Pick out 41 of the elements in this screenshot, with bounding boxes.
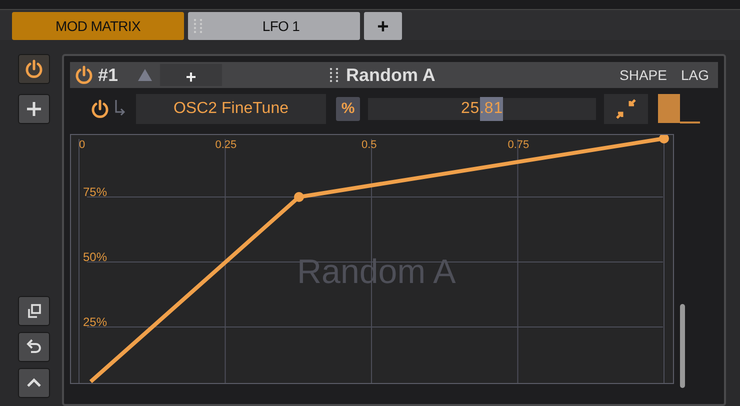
value-field[interactable]: 25.81 — [368, 98, 596, 120]
copy-icon — [26, 303, 42, 319]
up-button[interactable] — [18, 368, 50, 398]
add-button[interactable]: + — [160, 64, 222, 86]
power-icon — [24, 59, 44, 79]
curve-point[interactable] — [659, 135, 669, 144]
target-field[interactable]: OSC2 FineTune — [136, 94, 326, 124]
tab[interactable]: MOD MATRIX — [12, 12, 184, 40]
undo-icon — [26, 339, 42, 355]
step-shape-icon — [658, 94, 700, 124]
power-button[interactable] — [74, 65, 94, 85]
y-axis-label: 50% — [83, 249, 108, 266]
action-button[interactable]: SHAPE — [614, 64, 672, 86]
triangle-up-icon — [138, 69, 152, 81]
x-axis-label: 0 — [79, 138, 86, 153]
add-tab-button[interactable]: + — [364, 12, 402, 40]
y-axis-label: 25% — [83, 314, 108, 331]
tab[interactable]: LFO 1 — [188, 12, 360, 40]
power-button[interactable] — [90, 99, 110, 119]
power-icon — [74, 65, 94, 85]
power-button[interactable] — [18, 54, 50, 84]
x-axis-label: 0.75 — [508, 138, 530, 153]
plus-icon — [26, 101, 42, 117]
collapse-arrows-icon — [615, 99, 637, 119]
undo-button[interactable] — [18, 332, 50, 362]
power-icon — [90, 99, 110, 119]
grip-icon — [330, 68, 338, 82]
copy-button[interactable] — [18, 296, 50, 326]
branch-arrow-icon — [114, 100, 126, 118]
x-axis-label: 0.5 — [362, 138, 377, 153]
y-axis-label: 75% — [83, 184, 108, 201]
curve-point[interactable] — [294, 192, 304, 202]
scrollbar-thumb[interactable] — [680, 304, 685, 388]
action-button[interactable]: LAG — [676, 64, 714, 86]
grip-icon — [194, 19, 202, 33]
collapse-button[interactable] — [604, 94, 648, 124]
slot-number: #1 — [98, 64, 118, 86]
source-title: Random A — [346, 64, 436, 86]
x-axis-label: 0.25 — [215, 138, 237, 153]
plus-button[interactable] — [18, 94, 50, 124]
unit-button[interactable]: % — [336, 97, 360, 121]
